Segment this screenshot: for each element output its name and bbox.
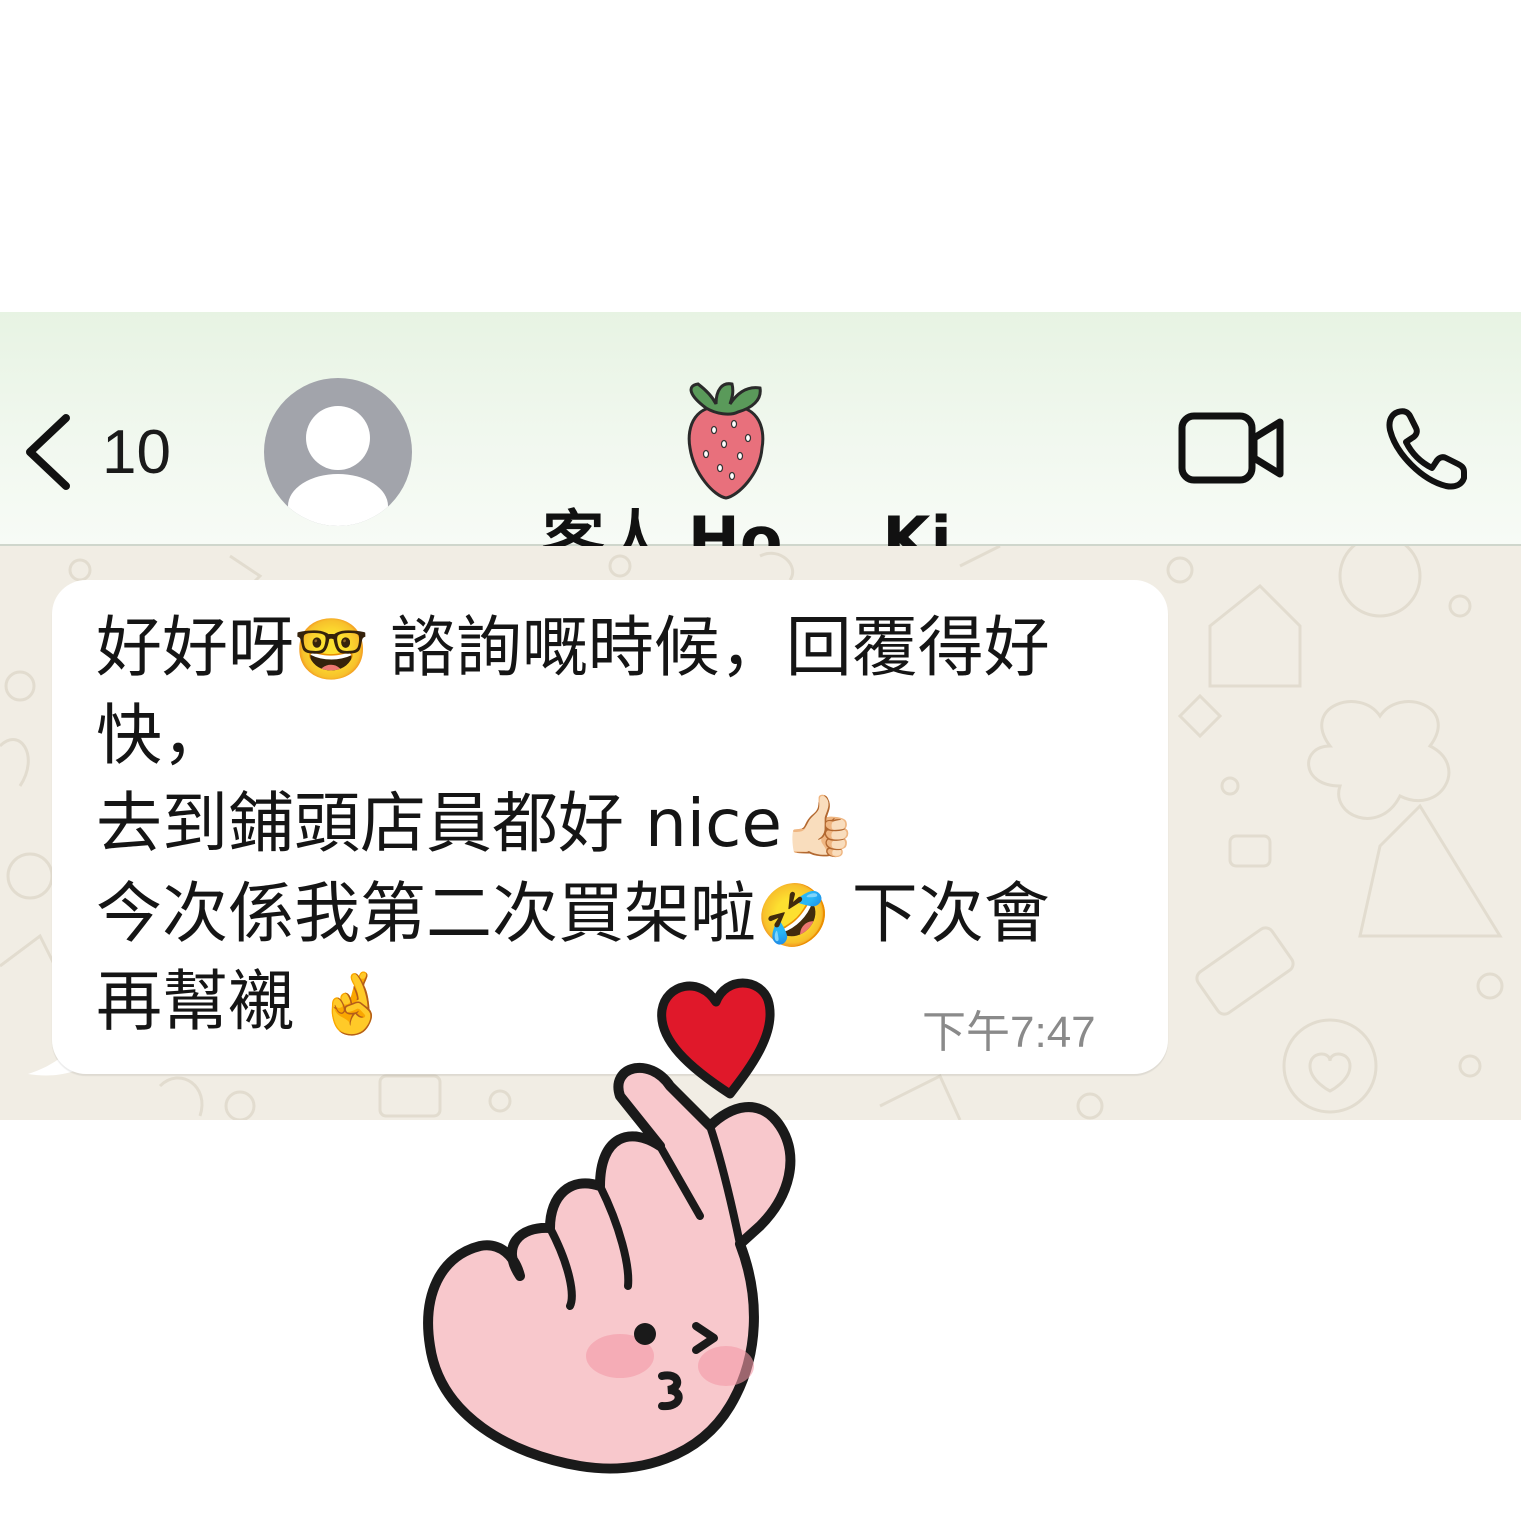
nerd-face-emoji: 🤓 — [294, 615, 369, 685]
person-icon — [288, 406, 388, 526]
phone-icon[interactable] — [1384, 406, 1470, 492]
video-call-icon[interactable] — [1178, 412, 1286, 484]
message-line: 再幫襯 🤞 — [96, 963, 390, 1040]
crossed-fingers-emoji: 🤞 — [314, 969, 390, 1039]
message-line: 快， — [96, 697, 228, 774]
strawberry-sticker — [687, 382, 765, 500]
unread-count: 10 — [102, 417, 171, 487]
thumbs-up-emoji: 👍🏻 — [782, 791, 857, 861]
avatar[interactable] — [264, 378, 412, 526]
chevron-left-icon — [26, 414, 70, 490]
message-line: 去到鋪頭店員都好 nice👍🏻 — [96, 785, 857, 862]
message-line: 好好呀🤓 諮詢嘅時候，回覆得好 — [96, 609, 1050, 686]
finger-heart-sticker — [423, 978, 796, 1474]
message-line: 今次係我第二次買架啦🤣 下次會 — [96, 875, 1050, 952]
rofl-emoji: 🤣 — [756, 881, 831, 951]
message-timestamp: 下午7:47 — [922, 1008, 1096, 1057]
back-button[interactable]: 10 — [22, 412, 171, 492]
